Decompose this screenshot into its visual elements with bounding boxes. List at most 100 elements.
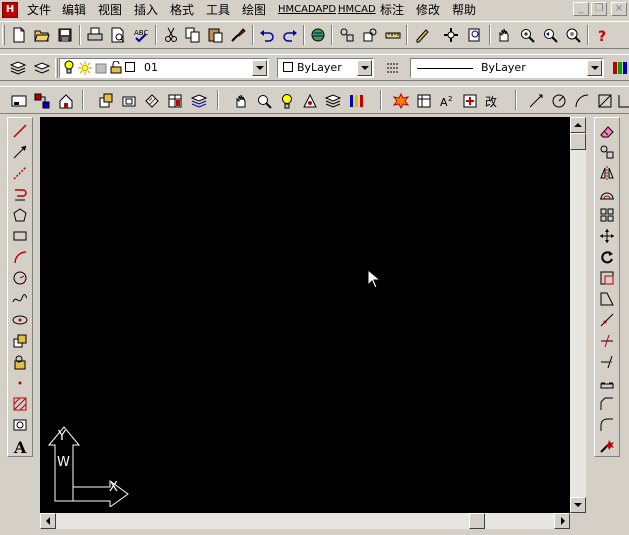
line-icon[interactable] [9,121,31,141]
mirror-icon[interactable] [596,163,618,183]
rotate-icon[interactable] [596,247,618,267]
circle-icon[interactable] [9,268,31,288]
spell-check-icon[interactable]: ABC [130,24,152,45]
layer-manager-icon[interactable] [7,57,29,78]
explode-object-icon[interactable] [596,436,618,456]
make-block-icon[interactable] [9,352,31,372]
scale-icon[interactable] [596,268,618,288]
text-icon[interactable]: A [9,436,31,456]
help-icon[interactable]: ? [591,24,613,45]
region-icon[interactable] [9,415,31,435]
layer-dropdown-button[interactable] [252,60,267,76]
lineweight-icon[interactable] [382,57,404,78]
copy-icon[interactable] [182,24,204,45]
undo-icon[interactable] [256,24,278,45]
insert-block-icon[interactable] [9,331,31,351]
vertical-scrollbar[interactable] [570,117,586,513]
layer-previous-icon[interactable] [31,57,53,78]
drawing-tool-icon[interactable] [118,90,140,111]
spline-icon[interactable] [9,289,31,309]
break-icon[interactable] [596,373,618,393]
layers-tool-icon[interactable] [322,90,344,111]
new-file-icon[interactable] [8,24,30,45]
rectangle-icon[interactable] [9,226,31,246]
paste-icon[interactable] [204,24,226,45]
hatch-edit-icon[interactable] [141,90,163,111]
sketch-pencil-icon[interactable] [411,24,433,45]
lengthen-icon[interactable] [596,310,618,330]
pan-hand-icon[interactable] [493,24,515,45]
restore-button[interactable]: ❐ [591,2,607,16]
scroll-left-button[interactable] [40,513,56,529]
point-icon[interactable] [9,373,31,393]
menu-draw[interactable]: 绘图 [242,2,266,18]
center-mark-icon[interactable] [459,90,481,111]
scroll-up-button[interactable] [570,117,586,133]
dim-arc-icon[interactable] [571,90,593,111]
layer-combo[interactable]: 01 [59,58,269,78]
block-define-icon[interactable] [31,90,53,111]
zoom-window-icon[interactable] [516,24,538,45]
frame-icon[interactable] [413,90,435,111]
extend-icon[interactable] [596,352,618,372]
linetype-combo[interactable]: ByLayer [410,58,604,78]
pan-icon[interactable] [440,24,462,45]
color-bars-icon[interactable] [345,90,367,111]
dim-radius-icon[interactable] [548,90,570,111]
layer-stack-icon[interactable] [188,90,210,111]
scroll-down-button[interactable] [570,497,586,513]
stretch-icon[interactable] [596,289,618,309]
open-file-icon[interactable] [31,24,53,45]
dim-ordinate-icon[interactable] [614,90,629,111]
minimize-button[interactable]: _ [573,2,589,16]
zoom-previous-icon[interactable] [539,24,561,45]
toolbar-grip[interactable] [2,25,5,45]
construction-line-icon[interactable] [9,163,31,183]
distance-icon[interactable] [382,24,404,45]
offset-icon[interactable] [596,184,618,204]
menu-hmcadapd[interactable]: HMCADAPD [278,2,336,18]
menu-file[interactable]: 文件 [27,2,51,18]
hatch-icon[interactable] [9,394,31,414]
polyline-icon[interactable] [9,184,31,204]
save-icon[interactable] [54,24,76,45]
dim-linear-icon[interactable] [525,90,547,111]
zoom-realtime-icon[interactable] [464,24,486,45]
plot-style-icon[interactable] [609,57,629,78]
aerial-view-icon[interactable] [307,24,329,45]
app-icon[interactable]: H [2,2,18,18]
print-icon[interactable] [84,24,106,45]
zoom-icon[interactable] [253,90,275,111]
menu-tools[interactable]: 工具 [206,2,230,18]
modify-text-icon[interactable]: 改 [482,90,504,111]
menu-view[interactable]: 视图 [98,2,122,18]
array-icon[interactable] [596,205,618,225]
copy-object-icon[interactable] [596,142,618,162]
ray-icon[interactable] [9,142,31,162]
shapes-icon[interactable] [299,90,321,111]
zoom-extents-icon[interactable] [562,24,584,45]
explode-icon[interactable] [390,90,412,111]
menu-hmcad[interactable]: HMCAD [338,2,376,18]
ellipse-icon[interactable] [9,310,31,330]
drawing-canvas[interactable]: Y X W [40,117,570,513]
vertical-scroll-thumb[interactable] [570,133,586,150]
erase-icon[interactable] [596,121,618,141]
horizontal-scroll-thumb[interactable] [469,513,485,529]
text-style-icon[interactable]: A2 [436,90,458,111]
close-button[interactable]: × [611,2,627,16]
table-icon[interactable] [164,90,186,111]
arc-icon[interactable] [9,247,31,267]
chamfer-icon[interactable] [596,394,618,414]
linetype-dropdown-button[interactable] [587,60,602,76]
color-combo[interactable]: ByLayer [277,58,374,78]
menu-dimension[interactable]: 标注 [380,2,404,18]
redo-icon[interactable] [279,24,301,45]
menu-insert[interactable]: 插入 [134,2,158,18]
cut-icon[interactable] [160,24,182,45]
print-preview-icon[interactable] [107,24,129,45]
viewport-icon[interactable] [8,90,30,111]
menu-help[interactable]: 帮助 [452,2,476,18]
fillet-icon[interactable] [596,415,618,435]
dim-angular-icon[interactable] [594,90,616,111]
